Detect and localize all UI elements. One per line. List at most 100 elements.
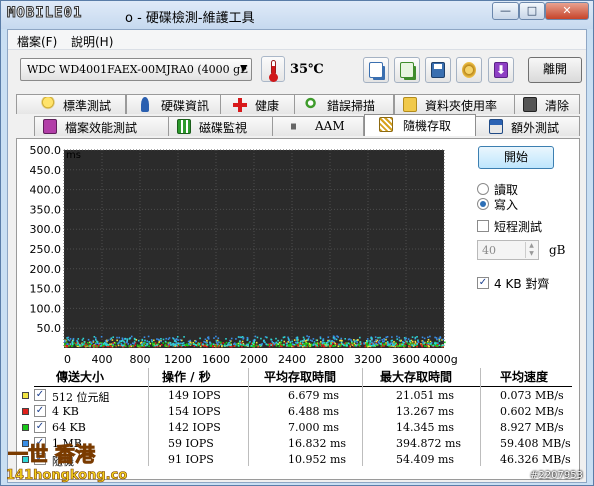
menu-help[interactable]: 說明(H) xyxy=(71,33,113,50)
row-enable-checkbox[interactable]: ✓ xyxy=(34,389,46,401)
data-point xyxy=(396,338,399,340)
data-point xyxy=(327,336,330,339)
tab-label: 隨機存取 xyxy=(403,119,452,133)
menu-file[interactable]: 檔案(F) xyxy=(17,33,57,50)
maximize-button[interactable]: □ xyxy=(519,2,545,20)
data-point xyxy=(280,341,282,344)
data-point xyxy=(72,337,75,340)
cell-size: 4 KB xyxy=(52,405,79,418)
cell-ops: 59 IOPS xyxy=(168,437,214,450)
exit-button[interactable]: 離開 xyxy=(528,57,582,83)
short-test-checkbox[interactable] xyxy=(477,220,489,232)
data-point xyxy=(410,342,413,344)
data-point xyxy=(311,340,313,342)
folder-icon xyxy=(403,97,417,112)
data-point xyxy=(288,339,290,342)
data-point xyxy=(427,342,430,345)
close-button[interactable]: ✕ xyxy=(545,2,589,20)
chevron-down-icon[interactable]: ▼ xyxy=(240,64,247,74)
tab-random-access[interactable]: 隨機存取 xyxy=(364,114,476,136)
x-tick-label: 1600 xyxy=(202,353,230,366)
copy-green-icon[interactable] xyxy=(394,57,420,83)
refresh-icon[interactable] xyxy=(456,57,482,83)
cell-ops: 142 IOPS xyxy=(168,421,221,434)
data-point xyxy=(289,345,292,347)
data-point xyxy=(120,344,123,347)
data-point xyxy=(340,337,343,340)
row-enable-checkbox[interactable]: ✓ xyxy=(34,405,46,417)
data-point xyxy=(112,343,115,346)
tab-disk-monitor[interactable]: 磁碟監視 xyxy=(168,116,274,136)
drive-select-value: WDC WD4001FAEX-00MJRA0 (4000 gE xyxy=(27,63,249,76)
data-point xyxy=(198,343,200,345)
data-point xyxy=(89,344,91,347)
data-point xyxy=(309,339,312,342)
data-point xyxy=(126,341,128,344)
data-point xyxy=(189,339,192,342)
tab-health[interactable]: 健康 xyxy=(220,94,304,114)
data-point xyxy=(325,341,328,344)
data-point xyxy=(254,335,257,338)
data-point xyxy=(365,344,368,347)
data-point xyxy=(369,344,371,346)
data-point xyxy=(386,340,389,343)
data-point xyxy=(87,338,90,341)
data-point xyxy=(268,345,271,348)
data-point xyxy=(353,339,355,341)
data-point xyxy=(416,342,419,345)
data-point xyxy=(271,344,274,347)
spin-icon[interactable]: ▲ ▼ xyxy=(525,242,537,258)
data-point xyxy=(175,338,178,340)
download-icon[interactable]: ⬇ xyxy=(488,57,514,83)
minimize-button[interactable]: — xyxy=(492,2,519,20)
data-point xyxy=(179,344,181,346)
tab-erase[interactable]: 清除 xyxy=(514,94,580,114)
data-point xyxy=(104,343,107,345)
data-point xyxy=(93,335,96,338)
data-point xyxy=(117,344,120,347)
data-point xyxy=(296,336,299,339)
data-point xyxy=(281,345,283,348)
data-point xyxy=(160,338,162,340)
tab-error-scan[interactable]: 錯誤掃描 xyxy=(294,94,394,114)
data-point xyxy=(229,339,231,342)
save-icon[interactable] xyxy=(425,57,451,83)
data-point xyxy=(149,342,152,345)
data-point xyxy=(319,344,322,347)
tab-benchmark[interactable]: 標準測試 xyxy=(16,94,126,114)
tab-file-benchmark[interactable]: 檔案效能測試 xyxy=(34,116,170,136)
table-row: ✓ 512 位元組 149 IOPS 6.679 ms 21.051 ms 0.073 M… xyxy=(18,388,574,404)
align-4kb-checkbox[interactable]: ✓ xyxy=(477,277,489,289)
data-point xyxy=(265,343,268,346)
data-point xyxy=(69,343,72,345)
title-bar[interactable]: MOBILE01 o - 硬碟檢測-維護工具 — □ ✕ xyxy=(1,1,593,29)
data-point xyxy=(385,338,387,341)
data-point xyxy=(331,340,333,342)
data-point xyxy=(373,340,376,343)
data-point xyxy=(164,340,167,343)
row-enable-checkbox[interactable]: ✓ xyxy=(34,421,46,433)
tab-extra-tests[interactable]: 額外測試 xyxy=(474,116,580,136)
data-point xyxy=(350,339,352,341)
data-point xyxy=(87,344,90,347)
write-radio[interactable] xyxy=(477,198,489,210)
test-size-input[interactable]: 40 ▲ ▼ xyxy=(477,240,539,260)
tab-aam[interactable]: AAM xyxy=(272,116,364,136)
health-cross-icon xyxy=(233,97,247,112)
data-point xyxy=(67,338,69,341)
tab-label: AAM xyxy=(315,119,345,133)
copy-icon[interactable] xyxy=(363,57,389,83)
read-radio[interactable] xyxy=(477,183,489,195)
data-point xyxy=(300,344,302,347)
data-point xyxy=(356,341,358,343)
magnifier-icon xyxy=(305,97,319,112)
data-point xyxy=(69,338,72,340)
drive-select[interactable]: WDC WD4001FAEX-00MJRA0 (4000 gE ▼ xyxy=(20,58,252,81)
tab-folder-usage[interactable]: 資料夾使用率 xyxy=(394,94,516,114)
data-point xyxy=(393,344,395,347)
data-point xyxy=(100,345,102,347)
tab-label: 健康 xyxy=(255,99,280,113)
data-point xyxy=(181,344,184,347)
start-button[interactable]: 開始 xyxy=(478,146,554,169)
data-point xyxy=(172,344,174,347)
